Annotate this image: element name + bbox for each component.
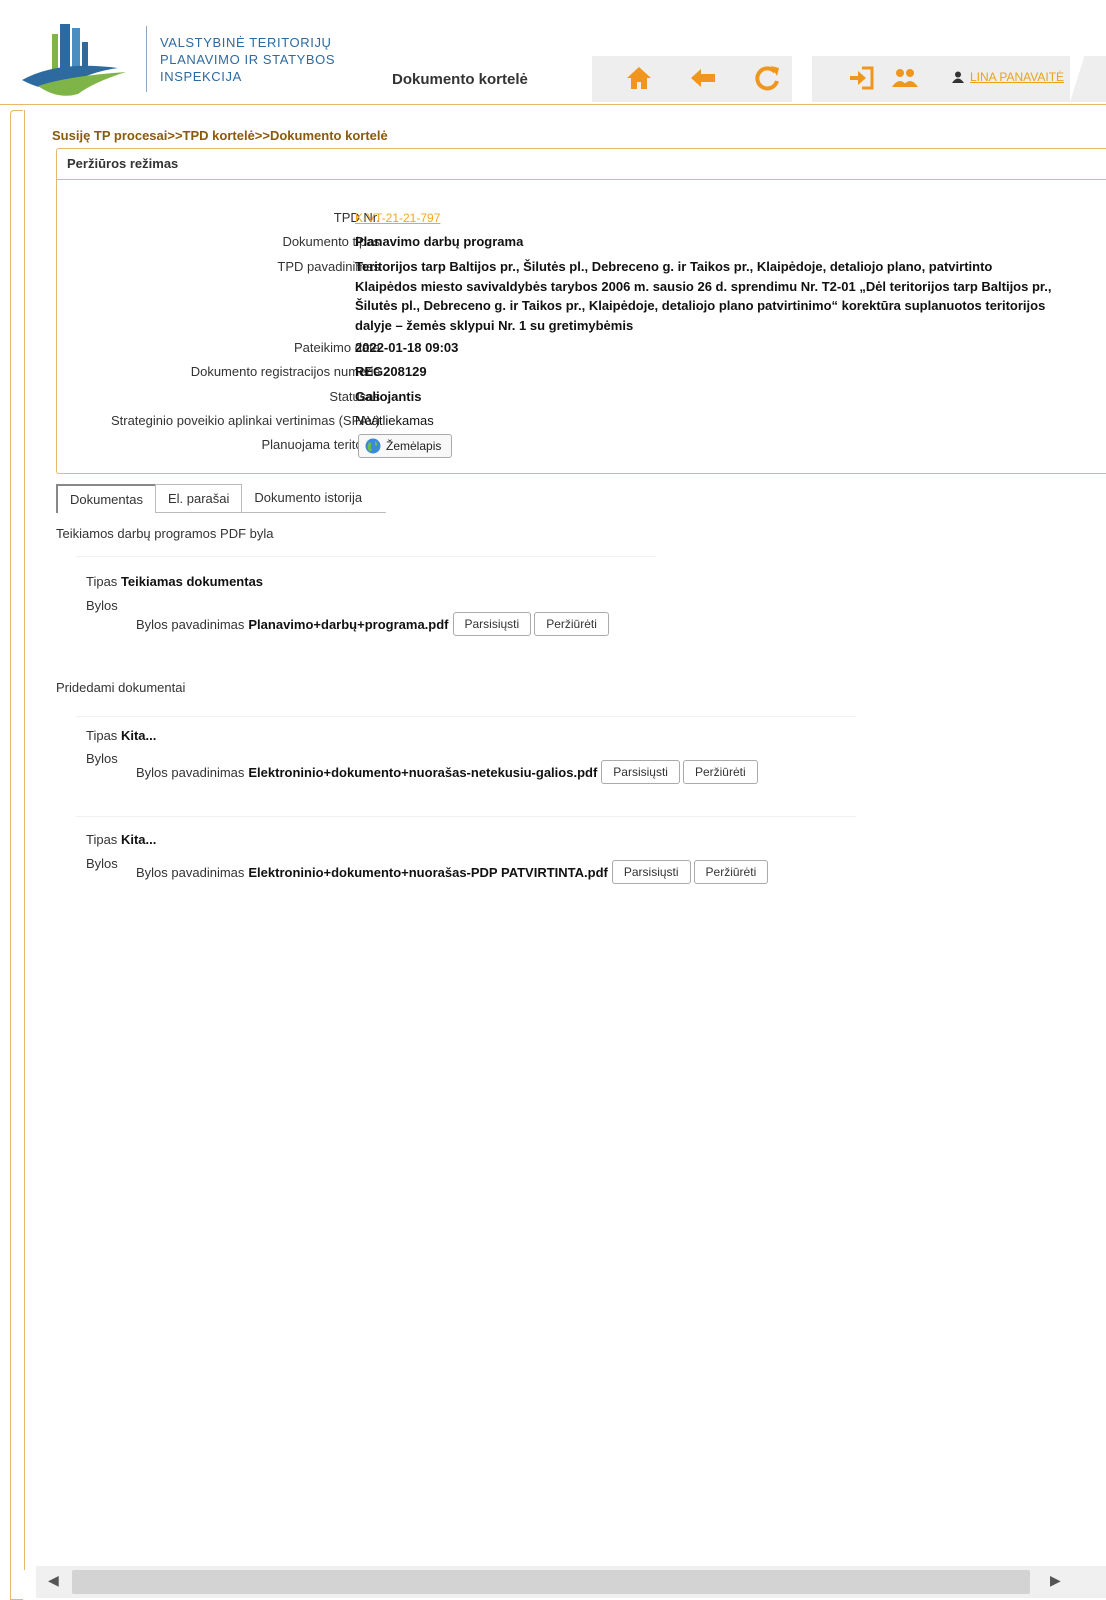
reg-no-value: REG208129 xyxy=(355,364,427,379)
breadcrumb[interactable]: Susiję TP procesai>>TPD kortelė>>Dokumen… xyxy=(52,128,388,143)
file-row: Bylos pavadinimas Planavimo+darbų+progra… xyxy=(136,612,609,636)
status-value: Galiojantis xyxy=(355,389,422,404)
doc-type-value: Planavimo darbų programa xyxy=(355,234,524,249)
org-name-line: PLANAVIMO IR STATYBOS xyxy=(160,52,336,67)
map-button-label: Žemėlapis xyxy=(386,439,442,453)
tab-dokumento-istorija[interactable]: Dokumento istorija xyxy=(241,484,374,511)
user-icon xyxy=(952,71,964,83)
tab-el-parasai[interactable]: El. parašai xyxy=(154,484,243,512)
logo-separator xyxy=(146,26,147,92)
spav-label: Strateginio poveikio aplinkai vertinimas… xyxy=(110,413,380,428)
refresh-icon xyxy=(755,66,779,91)
tab-dokumentas[interactable]: Dokumentas xyxy=(56,484,156,513)
file-name-label: Bylos pavadinimas xyxy=(136,764,245,780)
toolbar-corner xyxy=(1070,56,1106,102)
divider xyxy=(76,556,656,557)
user-name-link[interactable]: LINA PANAVAITĖ xyxy=(970,70,1064,84)
users-button[interactable] xyxy=(886,60,924,96)
download-button[interactable]: Parsisiųsti xyxy=(611,860,691,884)
org-name-line: VALSTYBINĖ TERITORIJŲ xyxy=(160,35,332,50)
file-name-value: Elektroninio+dokumento+nuorašas-netekusi… xyxy=(248,764,598,780)
left-frame-line xyxy=(24,110,25,1570)
files-label: Bylos xyxy=(86,598,118,613)
reg-no-label: Dokumento registracijos numeris xyxy=(190,364,380,379)
file-name-label: Bylos pavadinimas xyxy=(136,864,245,880)
type-label: Tipas xyxy=(86,574,118,589)
tpd-name-line: dalyje – žemės sklypui Nr. 1 su gretimyb… xyxy=(355,317,634,333)
home-button[interactable] xyxy=(620,60,658,96)
logout-icon xyxy=(850,66,874,90)
file-name-value: Planavimo+darbų+programa.pdf xyxy=(248,616,449,632)
view-mode-panel: Peržiūros režimas TPD Nr. K-VT-21-21-797… xyxy=(56,148,1106,474)
file-row: Bylos pavadinimas Elektroninio+dokumento… xyxy=(136,860,769,884)
doc-type-row: Tipas Kita... xyxy=(86,832,156,847)
user-menu: LINA PANAVAITĖ xyxy=(952,70,1064,84)
app-header: VALSTYBINĖ TERITORIJŲ PLANAVIMO IR STATY… xyxy=(0,0,1106,105)
view-button[interactable]: Peržiūrėti xyxy=(534,612,609,636)
home-icon xyxy=(627,67,651,89)
divider xyxy=(76,816,856,817)
submitted-section-title: Teikiamos darbų programos PDF byla xyxy=(56,526,274,541)
refresh-button[interactable] xyxy=(748,60,786,96)
org-name-line: INSPEKCIJA xyxy=(160,69,242,84)
type-label: Tipas xyxy=(86,728,118,743)
download-button[interactable]: Parsisiųsti xyxy=(601,760,680,784)
users-icon xyxy=(892,69,918,87)
view-button[interactable]: Peržiūrėti xyxy=(682,760,758,784)
attached-section-title: Pridedami dokumentai xyxy=(56,680,186,695)
doc-type-row: Tipas Teikiamas dokumentas xyxy=(86,574,263,589)
type-value: Kita... xyxy=(120,832,157,847)
back-button[interactable] xyxy=(684,60,722,96)
scroll-right-icon[interactable]: ▶ xyxy=(1050,1572,1061,1589)
vtpsi-logo xyxy=(22,24,126,96)
submit-date-value: 2022-01-18 09:03 xyxy=(355,340,459,355)
tpd-name-line: Klaipėdos miesto savivaldybės tarybos 20… xyxy=(355,278,1052,294)
scrollbar-thumb[interactable] xyxy=(72,1570,1030,1594)
panel-title: Peržiūros režimas xyxy=(57,149,1106,180)
file-name-label: Bylos pavadinimas xyxy=(136,616,245,632)
divider xyxy=(76,716,856,717)
doc-type-row: Tipas Kita... xyxy=(86,728,156,743)
globe-icon xyxy=(365,438,381,454)
tpd-name-line: Šilutės pl., Debreceno g. ir Taikos pr.,… xyxy=(355,298,1046,313)
logout-button[interactable] xyxy=(842,60,880,96)
tpd-name-line: Teritorijos tarp Baltijos pr., Šilutės p… xyxy=(355,259,993,274)
document-tabs: Dokumentas El. parašai Dokumento istorij… xyxy=(56,484,386,513)
type-value: Teikiamas dokumentas xyxy=(120,574,264,589)
file-name-value: Elektroninio+dokumento+nuorašas-PDP PATV… xyxy=(248,864,608,880)
files-label: Bylos xyxy=(86,856,118,871)
download-button[interactable]: Parsisiųsti xyxy=(452,612,532,636)
horizontal-scrollbar[interactable]: ◀ ▶ xyxy=(36,1566,1106,1598)
back-arrow-icon xyxy=(691,69,715,87)
file-row: Bylos pavadinimas Elektroninio+dokumento… xyxy=(136,760,758,784)
type-value: Kita... xyxy=(120,728,157,743)
org-name: VALSTYBINĖ TERITORIJŲ PLANAVIMO IR STATY… xyxy=(160,34,335,85)
type-label: Tipas xyxy=(86,832,118,847)
files-label: Bylos xyxy=(86,751,118,766)
map-button[interactable]: Žemėlapis xyxy=(358,434,453,458)
view-button[interactable]: Peržiūrėti xyxy=(693,860,769,884)
spav-value: Neatliekamas xyxy=(355,413,434,428)
left-frame-rail xyxy=(10,110,23,1600)
page-title: Dokumento kortelė xyxy=(392,71,528,88)
tpd-nr-link[interactable]: K-VT-21-21-797 xyxy=(355,211,440,225)
tpd-name-value: Teritorijos tarp Baltijos pr., Šilutės p… xyxy=(355,257,1106,335)
scroll-left-icon[interactable]: ◀ xyxy=(48,1572,59,1589)
